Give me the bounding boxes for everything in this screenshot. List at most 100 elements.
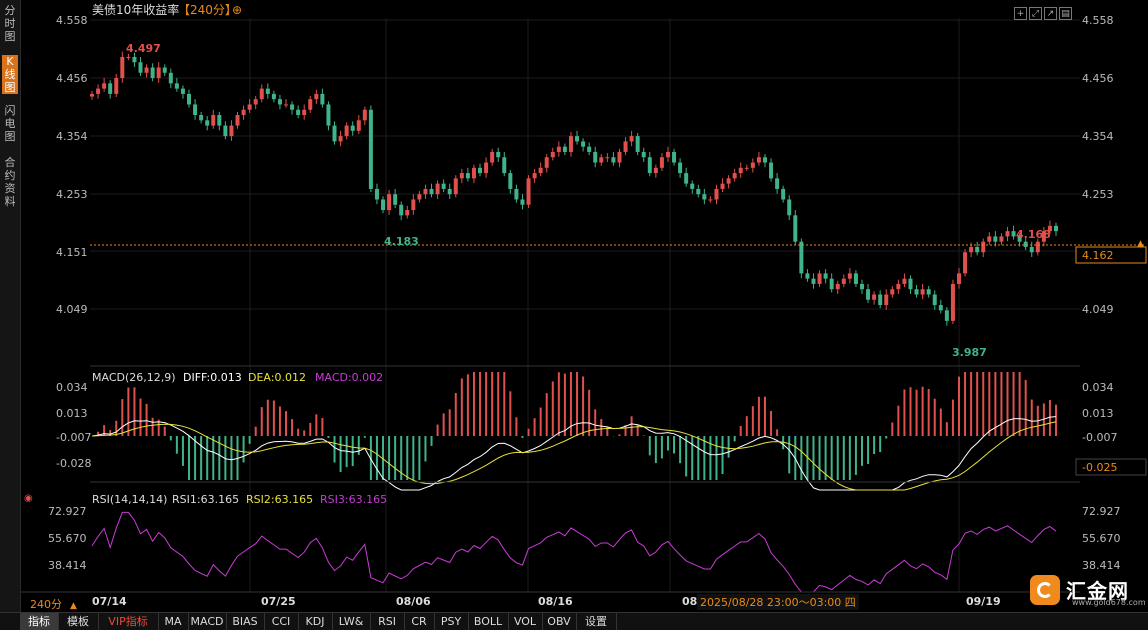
candle-body xyxy=(696,188,701,195)
period-label[interactable]: 【240分】 xyxy=(178,3,237,17)
candle-body xyxy=(156,67,161,79)
tab-timeshare[interactable]: 分时图 xyxy=(2,4,18,43)
macd-axis-label: 0.034 xyxy=(1082,381,1114,394)
settings-icon[interactable]: ▤ xyxy=(1059,7,1072,20)
recent-high-annotation: 4.168 xyxy=(1016,228,1051,241)
tab-vol[interactable]: VOL xyxy=(508,613,543,630)
candle-body xyxy=(684,173,689,184)
candle-body xyxy=(920,289,925,295)
period-selector[interactable]: 240分 xyxy=(30,598,62,611)
macd-current-value: -0.025 xyxy=(1082,461,1117,474)
chart-title: 美债10年收益率 xyxy=(92,2,179,17)
tab-psy[interactable]: PSY xyxy=(434,613,469,630)
tab-ma[interactable]: MA xyxy=(158,613,189,630)
candle-body xyxy=(575,136,580,142)
candle-body xyxy=(387,194,392,211)
candle-body xyxy=(247,104,252,110)
candle-body xyxy=(423,188,428,195)
tab-templates[interactable]: 模板 xyxy=(58,613,99,630)
indicator-marker-icon[interactable]: ◉ xyxy=(24,493,33,504)
candle-body xyxy=(1011,231,1016,237)
candle-body xyxy=(471,167,476,179)
rsi1-value: RSI1:63.165 xyxy=(172,493,239,506)
candle-body xyxy=(866,289,871,300)
candle-body xyxy=(393,194,398,205)
macd-axis-label: 0.013 xyxy=(56,407,88,420)
candle-body xyxy=(581,141,586,147)
last-price-value: 4.162 xyxy=(1082,249,1114,262)
candle-body xyxy=(944,310,949,321)
candle-body xyxy=(217,115,222,126)
candle-body xyxy=(532,173,537,179)
tab-cr[interactable]: CR xyxy=(404,613,435,630)
candle-body xyxy=(326,104,331,126)
candle-body xyxy=(914,289,919,295)
tab-flash[interactable]: 闪电图 xyxy=(2,104,18,143)
tab-kdj[interactable]: KDJ xyxy=(298,613,333,630)
candle-body xyxy=(841,278,846,284)
tab-obv[interactable]: OBV xyxy=(542,613,577,630)
macd-axis-label: -0.007 xyxy=(56,431,91,444)
candle-body xyxy=(781,188,786,200)
candle-body xyxy=(447,188,452,195)
rsi2-value: RSI2:63.165 xyxy=(246,493,313,506)
candle-body xyxy=(993,236,998,242)
candle-body xyxy=(284,104,289,106)
crosshair-icon[interactable]: + xyxy=(1014,7,1027,20)
macd-axis-left: 0.034 0.013 -0.007 -0.028 xyxy=(56,381,91,470)
candle-body xyxy=(926,289,931,295)
time-label: 08/06 xyxy=(396,595,431,608)
candle-body xyxy=(356,120,361,131)
high-annotation: 4.497 xyxy=(126,42,161,55)
tab-lw[interactable]: LW& xyxy=(332,613,371,630)
candle-body xyxy=(1005,231,1010,237)
tab-rsi[interactable]: RSI xyxy=(370,613,405,630)
export-icon[interactable]: ↗ xyxy=(1044,7,1057,20)
candle-body xyxy=(756,157,761,163)
caret-up-icon[interactable]: ▲ xyxy=(70,601,77,611)
tab-boll[interactable]: BOLL xyxy=(468,613,509,630)
candle-body xyxy=(168,72,173,84)
candle-body xyxy=(526,178,531,205)
rsi-axis-label: 38.414 xyxy=(48,559,87,572)
chart-area[interactable]: 美债10年收益率 【240分】 ⊕ 4.558 4.456 4.354 4.25… xyxy=(20,0,1148,612)
candle-body xyxy=(835,283,840,290)
tab-indicators[interactable]: 指标 xyxy=(20,613,59,630)
circle-plus-icon[interactable]: ⊕ xyxy=(232,3,242,17)
candle-body xyxy=(969,246,974,253)
candle-body xyxy=(641,151,646,158)
time-label: 09/19 xyxy=(966,595,1001,608)
logo-url: www.gold678.com xyxy=(1072,598,1146,607)
candle-body xyxy=(732,173,737,179)
candle-body xyxy=(659,157,664,168)
candle-body xyxy=(769,162,774,179)
tab-contract-info[interactable]: 合约资料 xyxy=(2,156,18,208)
candle-body xyxy=(259,88,264,100)
candle-body xyxy=(338,136,343,142)
tab-kline[interactable]: K线图 xyxy=(2,55,18,94)
arrow-up-icon: ▲ xyxy=(1137,239,1144,249)
tab-cci[interactable]: CCI xyxy=(264,613,299,630)
tab-settings[interactable]: 设置 xyxy=(576,613,617,630)
candle-body xyxy=(350,125,355,131)
price-label: 4.456 xyxy=(1082,72,1114,85)
tab-bias[interactable]: BIAS xyxy=(226,613,265,630)
macd-axis-label: -0.028 xyxy=(56,457,91,470)
time-axis: 07/14 07/25 08/06 08/16 08 09/19 xyxy=(92,595,1001,608)
tab-macd[interactable]: MACD xyxy=(188,613,227,630)
sidebar: 分时图 K线图 闪电图 合约资料 xyxy=(0,0,21,629)
candle-body xyxy=(599,157,604,163)
toolbar: + ⤢ ↗ ▤ xyxy=(1014,1,1074,20)
candle-body xyxy=(605,157,610,159)
tab-vip-indicators[interactable]: VIP指标 xyxy=(98,613,159,630)
expand-icon[interactable]: ⤢ xyxy=(1029,7,1042,20)
candle-body xyxy=(562,146,567,152)
candle-body xyxy=(908,278,913,290)
price-label: 4.456 xyxy=(56,72,88,85)
macd-axis-label: 0.013 xyxy=(1082,407,1114,420)
candle-body xyxy=(265,88,270,94)
candle-body xyxy=(896,283,901,290)
candle-body xyxy=(987,236,992,242)
candle-body xyxy=(956,273,961,284)
candle-body xyxy=(187,93,192,105)
